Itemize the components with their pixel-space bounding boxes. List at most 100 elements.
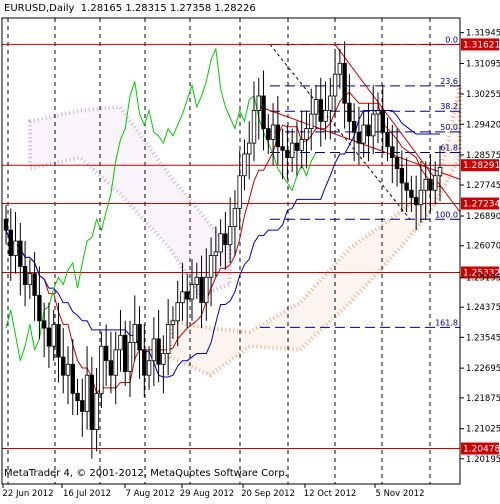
- price-level-label: 1.28291: [463, 161, 500, 171]
- candle-body: [433, 175, 438, 191]
- candle-body: [261, 95, 266, 130]
- x-tick-label: 22 Jun 2012: [2, 489, 53, 499]
- candle-body: [270, 124, 276, 140]
- candle-body: [194, 276, 199, 285]
- y-tick-label: 1.27745: [466, 181, 500, 191]
- x-tick-label: 5 Nov 2012: [375, 489, 424, 499]
- candle-body: [70, 363, 75, 394]
- candle-body: [170, 320, 176, 325]
- candle-body: [437, 167, 443, 177]
- candle-body: [275, 124, 281, 148]
- watermark: MetaTrader 4, © 2001-2012, MetaQuotes So…: [4, 468, 288, 479]
- candle-body: [266, 128, 271, 140]
- fib-level-label: 100.0: [435, 210, 458, 219]
- candle-body: [32, 273, 37, 296]
- candle-body: [204, 276, 209, 304]
- candle-body: [94, 392, 99, 431]
- fib-level-label: 61.8: [440, 144, 458, 153]
- candle-body: [27, 273, 33, 285]
- candle-body: [175, 302, 180, 322]
- candle-body: [118, 334, 123, 351]
- candle-body: [423, 178, 428, 191]
- candle-body: [51, 324, 56, 347]
- candle-body: [218, 233, 223, 253]
- candle-body: [256, 95, 261, 111]
- candle-body: [351, 120, 357, 133]
- candle-body: [146, 360, 152, 376]
- candle-body: [41, 320, 47, 329]
- candle-body: [185, 291, 190, 300]
- price-level-label: 1.20478: [463, 445, 500, 455]
- candle-body: [180, 291, 185, 304]
- candle-body: [237, 175, 242, 209]
- fib-level-label: 23.6: [440, 77, 458, 86]
- candle-body: [318, 99, 323, 122]
- candle-body: [18, 240, 23, 267]
- y-tick-label: 1.20195: [466, 455, 500, 465]
- candle-body: [413, 197, 419, 206]
- candle-body: [208, 255, 214, 278]
- candle-body: [113, 349, 118, 376]
- candle-body: [366, 124, 371, 137]
- price-level-label: 1.27234: [463, 200, 500, 210]
- candle-body: [161, 353, 166, 365]
- candle-body: [375, 110, 381, 115]
- y-tick-label: 1.28575: [466, 151, 500, 161]
- x-tick-label: 7 Aug 2012: [125, 489, 174, 499]
- candle-body: [289, 142, 295, 159]
- candle-body: [99, 345, 104, 394]
- candle-body: [309, 113, 314, 130]
- candle-body: [251, 110, 257, 144]
- candle-body: [313, 99, 319, 115]
- x-tick-label: 29 Aug 2012: [180, 489, 234, 499]
- price-level-label: 1.31621: [463, 40, 500, 50]
- candle-body: [22, 266, 28, 285]
- symbol-label: EURUSD,Daily: [4, 3, 75, 14]
- candle-body: [418, 189, 424, 206]
- y-tick-label: 1.21875: [466, 394, 500, 404]
- candle-body: [189, 284, 195, 300]
- candle-body: [342, 62, 347, 104]
- y-tick-label: 1.24375: [466, 303, 500, 313]
- candle-body: [299, 139, 304, 151]
- candle-body: [61, 356, 66, 376]
- candle-body: [385, 131, 390, 148]
- candle-body: [227, 226, 233, 246]
- candle-body: [199, 276, 204, 304]
- candle-body: [123, 334, 128, 372]
- y-tick-label: 1.25195: [466, 273, 500, 283]
- candle-body: [13, 240, 18, 256]
- candle-body: [304, 128, 309, 140]
- candle-body: [127, 342, 133, 372]
- chart-header: EURUSD,Daily 1.28165 1.28315 1.27358 1.2…: [4, 3, 256, 14]
- y-tick-label: 1.29420: [466, 120, 500, 130]
- candle-body: [347, 102, 352, 122]
- candle-body: [165, 324, 171, 354]
- candle-body: [75, 392, 80, 401]
- fib-level-label: 161.8: [435, 318, 458, 327]
- candle-body: [337, 62, 343, 75]
- chart-area: 0.0 23.6 38.2 50.0 61.8 100.0 161.8 1.31621 1.2…: [0, 0, 500, 500]
- candle-body: [8, 229, 13, 256]
- candle-body: [390, 146, 395, 159]
- candle-body: [65, 363, 71, 376]
- candle-body: [247, 142, 252, 155]
- x-tick-label: 12 Oct 2012: [304, 489, 357, 499]
- candle-body: [232, 207, 238, 227]
- candle-body: [142, 349, 147, 376]
- y-tick-label: 1.30255: [466, 90, 500, 100]
- candle-body: [380, 110, 385, 133]
- fib-level-label: 38.2: [440, 102, 458, 111]
- candle-body: [371, 113, 376, 137]
- candle-body: [156, 338, 161, 365]
- candle-body: [151, 338, 157, 362]
- candle-body: [404, 182, 409, 191]
- candle-body: [3, 218, 9, 231]
- candle-body: [213, 251, 219, 256]
- y-tick-label: 1.21025: [466, 425, 500, 435]
- x-tick-label: 16 Jul 2012: [63, 489, 111, 499]
- candle-body: [80, 400, 85, 412]
- fib-level-label: 50.0: [440, 123, 458, 132]
- y-tick-label: 1.26890: [466, 212, 500, 222]
- x-tick-label: 20 Sep 2012: [241, 489, 295, 499]
